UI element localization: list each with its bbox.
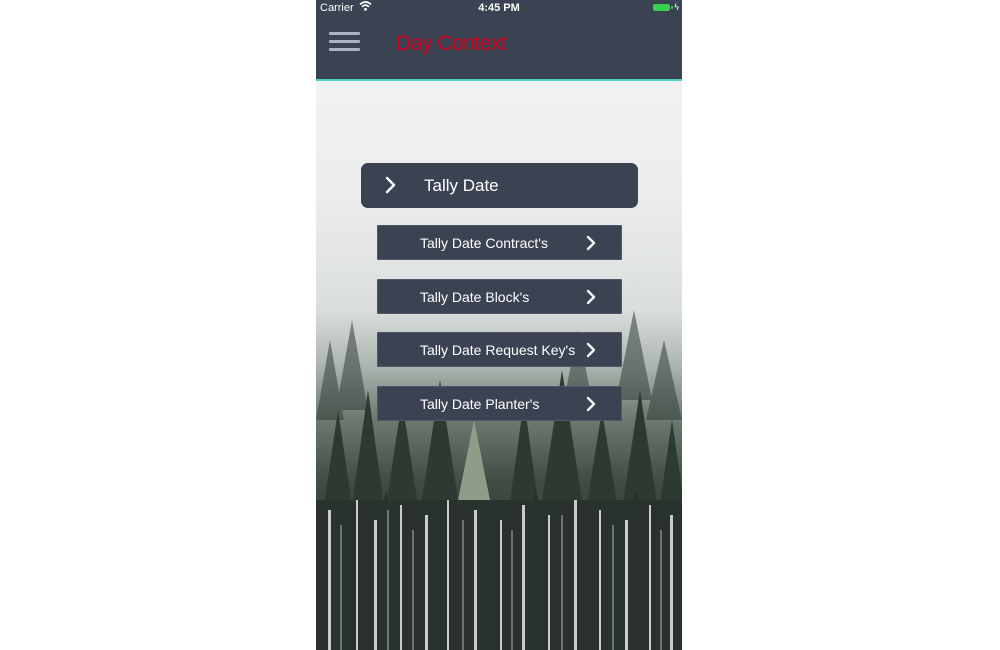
status-bar: Carrier 4:45 PM ϟ [316,0,682,16]
navigation-bar: Carrier 4:45 PM ϟ Day Context [316,0,682,81]
tally-date-label: Tally Date [424,176,499,195]
hamburger-icon-line [329,40,360,43]
chevron-right-icon [385,176,396,194]
chevron-right-icon [586,289,596,305]
hamburger-menu-button[interactable] [329,30,360,54]
tally-date-blocks-button[interactable]: Tally Date Block's [377,279,622,314]
tally-date-button[interactable]: Tally Date [361,163,638,208]
button-label: Tally Date Block's [420,289,530,305]
battery-icon [653,4,673,11]
tally-date-request-keys-button[interactable]: Tally Date Request Key's [377,332,622,367]
hamburger-icon [329,32,360,35]
button-label: Tally Date Planter's [420,396,540,412]
button-label: Tally Date Request Key's [420,342,576,358]
page-title: Day Context [396,32,507,55]
tree-trunks [316,500,682,650]
app-screen: Carrier 4:45 PM ϟ Day Context Tally Date… [316,0,682,650]
button-label: Tally Date Contract's [420,235,548,251]
chevron-right-icon [586,396,596,412]
status-time: 4:45 PM [478,2,520,14]
chevron-right-icon [586,342,596,358]
charging-icon: ϟ [674,2,679,12]
hamburger-icon-line [329,48,360,51]
tally-date-contracts-button[interactable]: Tally Date Contract's [377,225,622,260]
tally-date-planters-button[interactable]: Tally Date Planter's [377,386,622,421]
chevron-right-icon [586,235,596,251]
